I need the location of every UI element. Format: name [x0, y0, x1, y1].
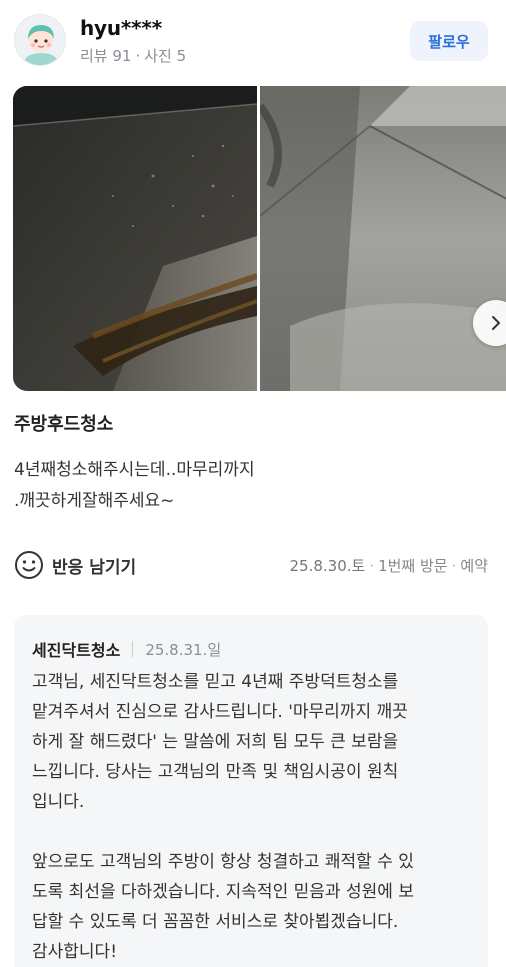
reply-paragraph: 고객님, 세진닥트청소를 믿고 4년째 주방덕트청소를 맡겨주셔서 진심으로 감… [32, 672, 408, 812]
review-body: 4년째청소해주시는데..마무리까지 .깨끗하게잘해주세요~ [14, 455, 255, 517]
smiley-icon [15, 551, 43, 579]
owner-reply: 세진닥트청소 25.8.31.일 고객님, 세진닥트청소를 믿고 4년째 주방덕… [14, 615, 488, 967]
follow-button[interactable]: 팔로우 [410, 21, 488, 61]
visit-count: 1번째 방문 [378, 557, 448, 575]
reply-owner-name: 세진닥트청소 [32, 641, 121, 660]
photo-count: 사진 5 [144, 47, 187, 65]
visit-separator: · [451, 557, 457, 575]
reply-divider [132, 641, 134, 657]
visit-type: 예약 [460, 557, 488, 575]
review-title: 주방후드청소 [14, 414, 114, 435]
review-body-line: .깨끗하게잘해주세요~ [14, 491, 175, 511]
reply-text: 고객님, 세진닥트청소를 믿고 4년째 주방덕트청소를 맡겨주셔서 진심으로 감… [32, 667, 480, 967]
user-stats: 리뷰 91 · 사진 5 [80, 45, 186, 66]
reply-date: 25.8.31.일 [145, 640, 222, 659]
stats-separator: · [135, 47, 141, 65]
avatar[interactable] [14, 14, 66, 66]
reaction-label: 반응 남기기 [52, 557, 137, 578]
visit-info: 25.8.30.토 · 1번째 방문 · 예약 [289, 555, 488, 576]
reply-header: 세진닥트청소 25.8.31.일 [32, 637, 221, 661]
visit-date: 25.8.30.토 [289, 557, 366, 575]
visit-separator: · [369, 557, 375, 575]
chevron-right-icon [492, 316, 500, 330]
reply-paragraph: 앞으로도 고객님의 주방이 항상 청결하고 쾌적할 수 있 도록 최선을 다하겠… [32, 852, 414, 962]
review-header: hyu**** 리뷰 91 · 사진 5 팔로우 [14, 14, 492, 66]
user-avatar-icon [15, 15, 65, 65]
review-photo-1[interactable] [13, 86, 257, 391]
review-body-line: 4년째청소해주시는데..마무리까지 [14, 460, 255, 480]
reaction-button[interactable]: 반응 남기기 [14, 549, 136, 581]
review-count: 리뷰 91 [80, 47, 132, 65]
review-photo-2[interactable] [260, 86, 506, 391]
user-name[interactable]: hyu**** [80, 16, 162, 40]
photo-carousel[interactable] [13, 86, 506, 391]
